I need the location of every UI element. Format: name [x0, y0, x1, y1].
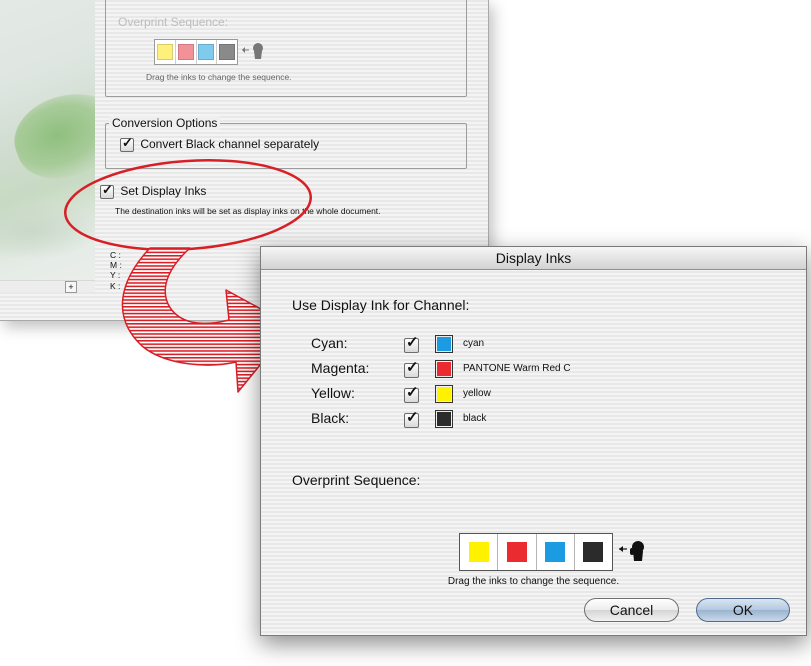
ink-name: cyan [463, 338, 485, 349]
checkmark-icon[interactable]: ✓ [404, 334, 419, 354]
display-inks-dialog: Display Inks Use Display Ink for Channel… [260, 246, 807, 636]
channel-row-black: Black: ✓ black [311, 408, 641, 430]
ok-button[interactable]: OK [696, 598, 790, 622]
checkmark-icon[interactable]: ✓ [404, 409, 419, 429]
set-display-inks-check-icon[interactable]: ✓ [100, 182, 114, 199]
convert-black-label: Convert Black channel separately [140, 137, 320, 151]
document-preview-image [0, 0, 95, 292]
drag-hand-icon [619, 541, 644, 561]
channel-label-y: Y : [110, 270, 121, 280]
overprint-sequence-box[interactable] [459, 533, 613, 571]
channel-label: Yellow: [311, 385, 355, 401]
channel-label: Black: [311, 410, 350, 426]
channel-row-yellow: Yellow: ✓ yellow [311, 383, 641, 405]
channel-label-c: C : [110, 250, 121, 260]
mini-sequence-swatch[interactable] [198, 44, 215, 60]
magenta-checkbox[interactable]: ✓ [404, 359, 419, 380]
ink-name: PANTONE Warm Red C [463, 363, 571, 374]
mini-sequence-swatch[interactable] [156, 44, 173, 60]
channel-label: Cyan: [311, 335, 348, 351]
overprint-group: Overprint Sequence: Drag the inks to cha… [105, 0, 467, 97]
sequence-swatch-black[interactable] [583, 542, 604, 562]
sequence-swatch-cyan[interactable] [545, 542, 566, 562]
ink-name: black [463, 413, 487, 424]
black-checkbox[interactable]: ✓ [404, 409, 419, 430]
mini-sequence-swatch[interactable] [219, 44, 236, 60]
dialog-title: Display Inks [261, 247, 806, 270]
add-button[interactable]: + [65, 281, 77, 293]
magenta-ink-swatch[interactable] [435, 360, 453, 378]
cyan-checkbox[interactable]: ✓ [404, 334, 419, 355]
channel-row-magenta: Magenta: ✓ PANTONE Warm Red C [311, 358, 641, 380]
overprint-sequence-label: Overprint Sequence: [292, 472, 421, 488]
use-display-ink-label: Use Display Ink for Channel: [292, 297, 470, 313]
set-display-inks-label: Set Display Inks [120, 184, 207, 198]
cancel-button[interactable]: Cancel [584, 598, 679, 622]
yellow-ink-swatch[interactable] [435, 385, 453, 403]
mini-overprint-sequence[interactable] [154, 39, 238, 65]
channel-label-m: M : [110, 260, 122, 270]
sequence-hint: Drag the inks to change the sequence. [447, 576, 620, 587]
set-display-inks-checkbox[interactable]: ✓ Set Display Inks [100, 182, 207, 199]
overprint-hint: Drag the inks to change the sequence. [146, 72, 292, 82]
channel-row-cyan: Cyan: ✓ cyan [311, 333, 641, 355]
cyan-ink-swatch[interactable] [435, 335, 453, 353]
conversion-options-title: Conversion Options [109, 116, 221, 130]
channel-label: Magenta: [311, 360, 370, 376]
checkmark-icon[interactable]: ✓ [404, 359, 419, 379]
overprint-title: Overprint Sequence: [118, 15, 229, 29]
drag-hand-icon [242, 43, 263, 59]
ink-name: yellow [463, 388, 491, 399]
mini-sequence-swatch[interactable] [177, 44, 194, 60]
convert-black-checkbox[interactable]: ✓ Convert Black channel separately [120, 135, 320, 152]
convert-black-check-icon[interactable]: ✓ [120, 135, 134, 152]
channel-label-k: K : [110, 281, 121, 291]
set-display-inks-description: The destination inks will be set as disp… [115, 206, 381, 216]
sequence-swatch-yellow[interactable] [468, 542, 489, 562]
black-ink-swatch[interactable] [435, 410, 453, 428]
checkmark-icon[interactable]: ✓ [404, 384, 419, 404]
yellow-checkbox[interactable]: ✓ [404, 384, 419, 405]
sequence-swatch-red[interactable] [506, 542, 527, 562]
